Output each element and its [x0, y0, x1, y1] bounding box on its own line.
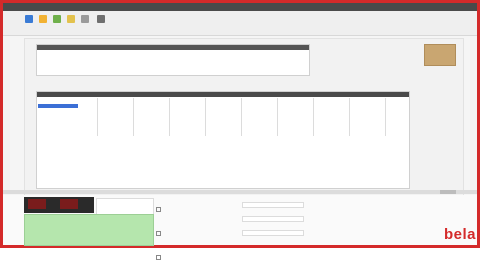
horizontal-scrollbar[interactable] [440, 190, 456, 194]
option-checkbox[interactable] [156, 255, 161, 261]
image-button[interactable] [37, 13, 49, 29]
column-divider [97, 98, 98, 136]
label-icon [67, 15, 75, 23]
status-bar [3, 190, 477, 194]
preview-image[interactable] [60, 199, 78, 209]
selected-table-row[interactable] [38, 104, 78, 108]
summary-table-header [37, 45, 309, 50]
column-divider [133, 98, 134, 136]
preview-image[interactable] [28, 199, 46, 209]
preview-panel [24, 197, 94, 213]
export-button[interactable] [79, 13, 91, 29]
column-divider [169, 98, 170, 136]
open-button[interactable] [23, 13, 35, 29]
ribbon-toolbar [3, 11, 477, 36]
column-divider [313, 98, 314, 136]
column-divider [241, 98, 242, 136]
settings-icon [97, 15, 105, 23]
results-table-header [37, 92, 409, 97]
column-divider [349, 98, 350, 136]
image-icon [39, 15, 47, 23]
summary-table [36, 44, 310, 76]
column-divider [385, 98, 386, 136]
options-panel [156, 199, 210, 261]
setting-input[interactable] [242, 216, 304, 222]
brand-logo: bela [444, 226, 477, 243]
column-divider [205, 98, 206, 136]
result-panel [24, 214, 154, 246]
export-icon [81, 15, 89, 23]
open-icon [25, 15, 33, 23]
column-divider [277, 98, 278, 136]
option-checkbox[interactable] [156, 231, 161, 237]
setting-input[interactable] [242, 202, 304, 208]
scan-icon [53, 15, 61, 23]
setting-input[interactable] [242, 230, 304, 236]
settings-button[interactable] [95, 13, 107, 29]
scan-button[interactable] [51, 13, 63, 29]
results-table [36, 91, 410, 189]
title-bar [3, 3, 477, 11]
image-thumbnail[interactable] [424, 44, 456, 66]
settings-fields [242, 200, 312, 238]
label-button[interactable] [65, 13, 77, 29]
option-checkbox[interactable] [156, 207, 161, 213]
